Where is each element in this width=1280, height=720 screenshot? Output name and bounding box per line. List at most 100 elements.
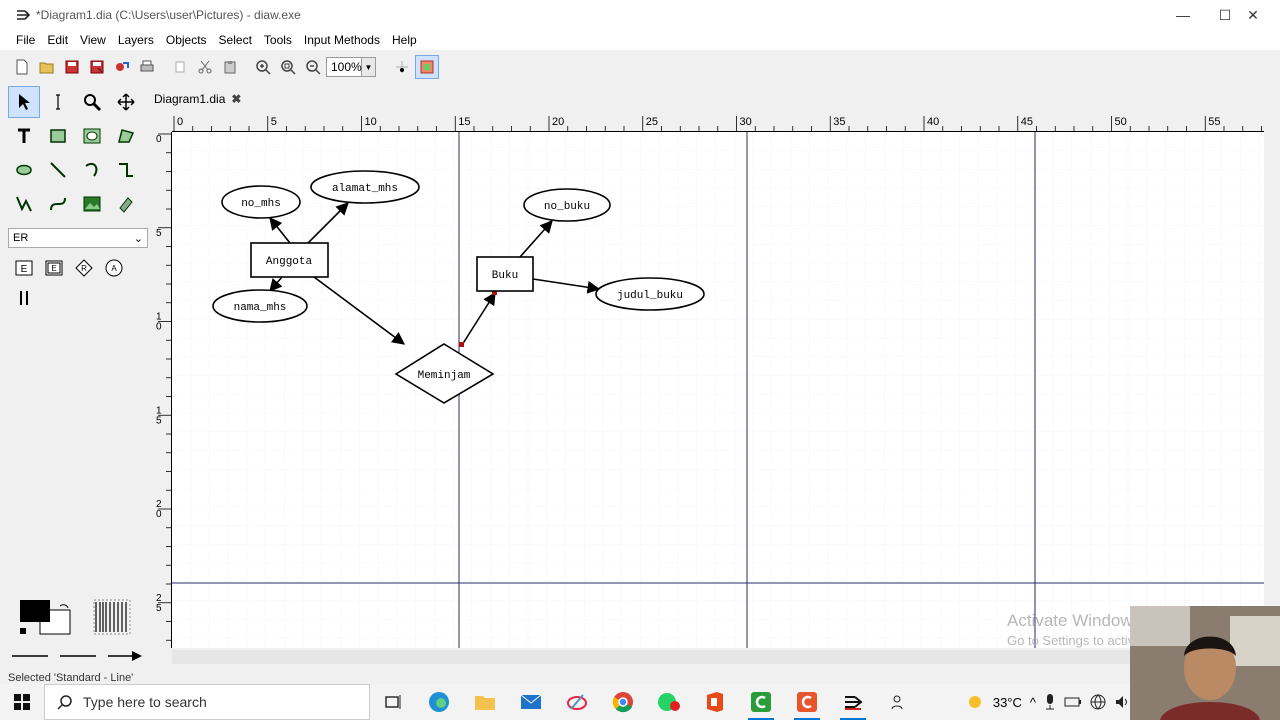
- mail-icon: [520, 694, 542, 709]
- print-button[interactable]: [135, 55, 159, 79]
- new-file-button[interactable]: [10, 55, 34, 79]
- menu-view[interactable]: View: [80, 33, 106, 47]
- zoom-in-button[interactable]: [251, 55, 275, 79]
- menu-edit[interactable]: Edit: [47, 33, 68, 47]
- minimize-button[interactable]: —: [1160, 0, 1206, 30]
- volume-icon[interactable]: [1114, 694, 1130, 710]
- close-tab-icon[interactable]: ✖: [231, 92, 241, 106]
- folder-icon: [475, 696, 495, 710]
- open-file-button[interactable]: [35, 55, 59, 79]
- entity-buku[interactable]: Buku: [476, 256, 534, 292]
- horizontal-scrollbar[interactable]: [172, 650, 1264, 664]
- zoom-dropdown-button[interactable]: ▼: [362, 57, 376, 77]
- object-snap-button[interactable]: [415, 55, 439, 79]
- office-app[interactable]: [692, 684, 738, 720]
- text-tool[interactable]: [8, 120, 40, 152]
- paint-app[interactable]: [554, 684, 600, 720]
- whatsapp-app[interactable]: [646, 684, 692, 720]
- save-button[interactable]: [60, 55, 84, 79]
- start-arrow-style[interactable]: [8, 646, 52, 666]
- cut-button[interactable]: [193, 55, 217, 79]
- menu-tools[interactable]: Tools: [264, 33, 292, 47]
- microphone-icon[interactable]: [1044, 693, 1056, 711]
- ellipse-tool[interactable]: [76, 120, 108, 152]
- save-as-button[interactable]: [85, 55, 109, 79]
- export-icon: [116, 62, 129, 71]
- mail-app[interactable]: [508, 684, 554, 720]
- attribute-no-buku[interactable]: no_buku: [523, 188, 611, 222]
- snap-grid-icon: [396, 61, 408, 73]
- attribute-alamat-mhs[interactable]: alamat_mhs: [310, 170, 420, 204]
- bezier-line-tool[interactable]: [42, 188, 74, 220]
- er-relationship-tool[interactable]: R: [70, 254, 98, 282]
- modify-tool[interactable]: [8, 86, 40, 118]
- er-weak-entity-tool[interactable]: E: [40, 254, 68, 282]
- line-tool[interactable]: [42, 154, 74, 186]
- dia-app[interactable]: [830, 684, 876, 720]
- paste-button[interactable]: [218, 55, 242, 79]
- file-explorer-app[interactable]: [462, 684, 508, 720]
- edge-icon: [429, 692, 449, 712]
- zoom-input[interactable]: 100%: [326, 57, 362, 77]
- menu-input-methods[interactable]: Input Methods: [304, 33, 380, 47]
- chrome-app[interactable]: [600, 684, 646, 720]
- outline-tool[interactable]: [110, 188, 142, 220]
- attribute-no-mhs[interactable]: no_mhs: [221, 185, 301, 219]
- menu-select[interactable]: Select: [219, 33, 252, 47]
- people-icon: [891, 695, 903, 710]
- polygon-tool[interactable]: [110, 120, 142, 152]
- menu-bar: File Edit View Layers Objects Select Too…: [0, 30, 1280, 50]
- svg-text:R: R: [81, 264, 87, 273]
- taskbar-search[interactable]: Type here to search: [44, 684, 370, 720]
- arc-tool[interactable]: [76, 154, 108, 186]
- end-arrow-style[interactable]: [104, 646, 148, 666]
- text-edit-tool[interactable]: [42, 86, 74, 118]
- diagram-canvas[interactable]: Anggota Buku no_mhs alamat_mhs nama_mhs: [172, 132, 1264, 648]
- battery-icon[interactable]: [1064, 695, 1082, 709]
- close-button[interactable]: ✕: [1230, 0, 1276, 30]
- scroll-tool[interactable]: [110, 86, 142, 118]
- attribute-judul-buku[interactable]: judul_buku: [595, 277, 705, 311]
- menu-objects[interactable]: Objects: [166, 33, 207, 47]
- zoom-out-button[interactable]: [301, 55, 325, 79]
- polyline-tool[interactable]: [8, 188, 40, 220]
- copy-button[interactable]: [168, 55, 192, 79]
- tab-diagram1[interactable]: Diagram1.dia ✖: [152, 87, 247, 111]
- edge-app[interactable]: [416, 684, 462, 720]
- zoom-fit-button[interactable]: [276, 55, 300, 79]
- image-tool[interactable]: [76, 188, 108, 220]
- attribute-label: judul_buku: [617, 290, 683, 302]
- network-globe-icon[interactable]: [1090, 694, 1106, 710]
- chevron-up-icon[interactable]: ^: [1030, 695, 1036, 710]
- text-cursor-icon: [56, 94, 60, 110]
- start-button[interactable]: [0, 684, 44, 720]
- toolbar: 100% ▼: [0, 52, 1280, 82]
- system-tray: 33°C ^: [965, 684, 1130, 720]
- menu-file[interactable]: File: [16, 33, 35, 47]
- box-tool[interactable]: [42, 120, 74, 152]
- attribute-nama-mhs[interactable]: nama_mhs: [212, 289, 308, 323]
- entity-anggota[interactable]: Anggota: [250, 242, 329, 278]
- snap-to-grid-button[interactable]: [390, 55, 414, 79]
- export-button[interactable]: [110, 55, 134, 79]
- diagram-svg[interactable]: Anggota Buku no_mhs alamat_mhs nama_mhs: [172, 132, 1264, 648]
- line-style[interactable]: [56, 646, 100, 666]
- toolbox: ER ⌄ E E R A: [8, 86, 150, 671]
- er-attribute-tool[interactable]: A: [100, 254, 128, 282]
- camtasia-recorder-app[interactable]: [784, 684, 830, 720]
- er-participation-tool[interactable]: [10, 284, 38, 312]
- zigzag-line-tool[interactable]: [110, 154, 142, 186]
- magnify-tool[interactable]: [76, 86, 108, 118]
- save-as-icon: [90, 60, 104, 74]
- menu-help[interactable]: Help: [392, 33, 417, 47]
- task-view-button[interactable]: [370, 684, 416, 720]
- beziergon-tool[interactable]: [8, 154, 40, 186]
- ruler-label: 15: [458, 116, 470, 128]
- color-selector[interactable]: [18, 598, 148, 642]
- er-entity-tool[interactable]: E: [10, 254, 38, 282]
- people-button[interactable]: [876, 684, 922, 720]
- menu-layers[interactable]: Layers: [118, 33, 154, 47]
- sheet-select[interactable]: ER ⌄: [8, 228, 148, 248]
- line-handle[interactable]: [459, 342, 464, 347]
- camtasia-app[interactable]: [738, 684, 784, 720]
